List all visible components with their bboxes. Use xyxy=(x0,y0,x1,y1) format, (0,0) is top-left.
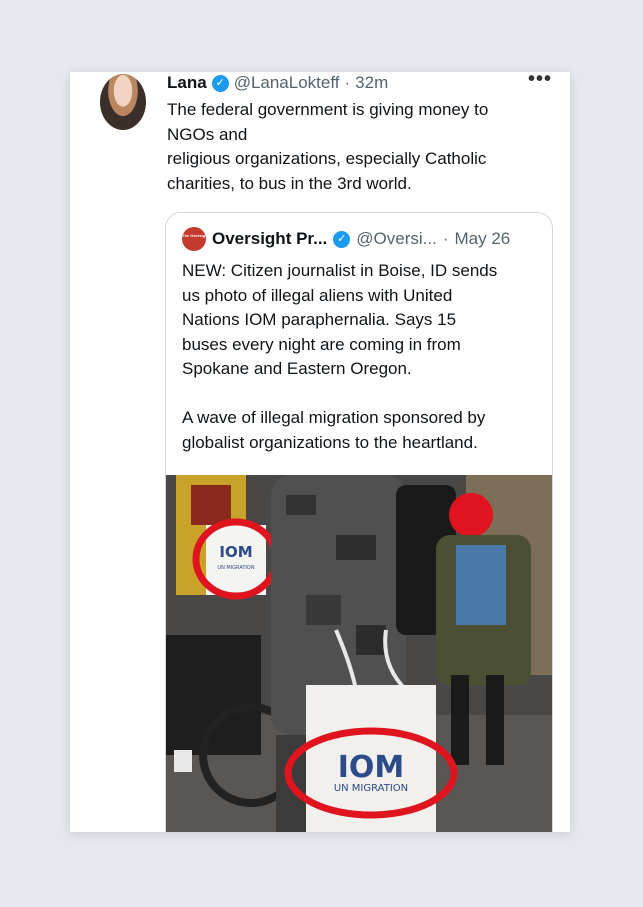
large-bag-subtitle: UN MIGRATION xyxy=(334,783,408,794)
tweet-timestamp[interactable]: 32m xyxy=(355,73,388,93)
separator-dot: · xyxy=(344,73,351,92)
quoted-author-avatar[interactable]: The Oversight Project xyxy=(182,227,206,251)
author-name[interactable]: Lana xyxy=(167,73,207,93)
quoted-tweet[interactable]: The Oversight Project Oversight Pr... ✓ … xyxy=(165,212,553,832)
quoted-tweet-header: The Oversight Project Oversight Pr... ✓ … xyxy=(182,227,510,251)
quoted-tweet-date[interactable]: May 26 xyxy=(454,229,510,249)
verified-badge-icon: ✓ xyxy=(211,74,229,92)
author-handle[interactable]: @LanaLokteff xyxy=(234,73,340,93)
large-bag-logo: IOM xyxy=(338,750,405,785)
more-options-icon[interactable]: ••• xyxy=(528,72,552,91)
quoted-text-line: NEW: Citizen journalist in Boise, ID sen… xyxy=(182,261,498,280)
author-avatar[interactable] xyxy=(100,74,146,130)
tweet-text-line: NGOs and xyxy=(167,124,248,144)
quoted-text-line: buses every night are coming in from xyxy=(182,334,461,354)
quoted-text-line: Spokane and Eastern Oregon. xyxy=(182,359,412,378)
attached-photo[interactable]: IOM UN MIGRATION IOM UN MIGRATION xyxy=(166,475,552,832)
small-bag-subtitle: UN MIGRATION xyxy=(217,565,254,571)
separator-dot: · xyxy=(442,229,449,248)
tweet-text-line: The federal government is giving money t… xyxy=(167,100,489,119)
tweet-text-line: religious organizations, especially Cath… xyxy=(167,149,487,168)
quoted-text-line: Nations IOM paraphernalia. Says 15 xyxy=(182,310,457,329)
tweet-header: Lana ✓ @LanaLokteff · 32m xyxy=(167,72,388,94)
tweet-text: The federal government is giving money t… xyxy=(167,98,547,196)
small-iom-bag: IOM UN MIGRATION xyxy=(192,518,280,600)
quoted-author-name[interactable]: Oversight Pr... xyxy=(212,229,327,249)
tweet-text-line: charities, to bus in the 3rd world. xyxy=(167,173,412,193)
quoted-avatar-logo-text: The Oversight Project xyxy=(182,233,206,238)
photo-illustration: IOM UN MIGRATION IOM UN MIGRATION xyxy=(166,475,552,832)
quoted-text-line: us photo of illegal aliens with United xyxy=(182,285,453,305)
quoted-author-handle[interactable]: @Oversi... xyxy=(356,229,437,249)
tweet-card: Lana ✓ @LanaLokteff · 32m ••• The federa… xyxy=(70,72,570,832)
verified-badge-icon: ✓ xyxy=(333,230,351,248)
quoted-tweet-text: NEW: Citizen journalist in Boise, ID sen… xyxy=(182,259,540,455)
quoted-text-line: globalist organizations to the heartland… xyxy=(182,432,478,452)
small-bag-logo: IOM xyxy=(219,543,252,561)
quoted-text-line: A wave of illegal migration sponsored by xyxy=(182,408,486,427)
